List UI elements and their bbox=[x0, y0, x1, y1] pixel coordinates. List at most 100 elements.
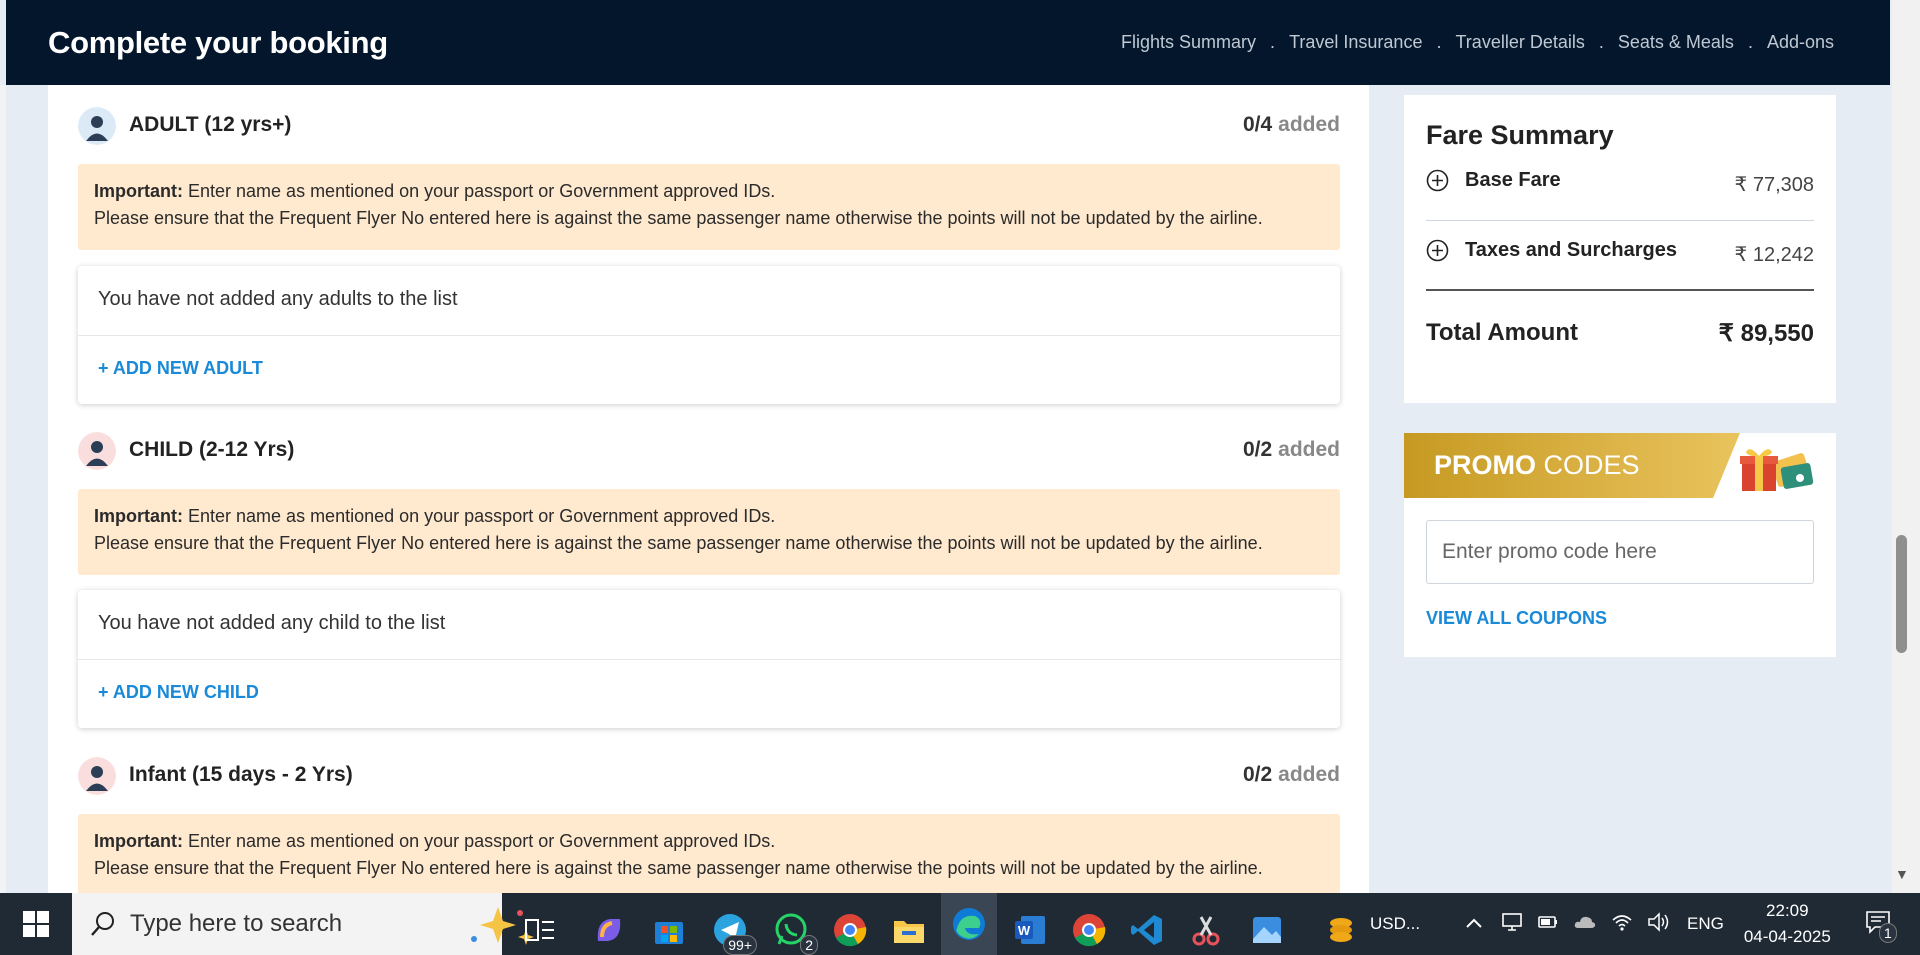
adult-count-value: 0/4 bbox=[1242, 113, 1273, 136]
step-seats-meals[interactable]: Seats & Meals bbox=[1618, 32, 1734, 53]
notification-count-badge: 1 bbox=[1879, 922, 1897, 943]
copilot-app-icon[interactable] bbox=[590, 911, 628, 949]
vscode-icon[interactable] bbox=[1128, 911, 1166, 949]
expand-plus-icon[interactable] bbox=[1426, 169, 1449, 192]
infant-added-count: 0/2 added bbox=[1243, 763, 1340, 787]
step-add-ons[interactable]: Add-ons bbox=[1767, 32, 1834, 53]
child-section: CHILD (2-12 Yrs) 0/2 added Important: Ent… bbox=[78, 430, 1340, 728]
infant-important-notice: Important: Enter name as mentioned on yo… bbox=[78, 814, 1340, 893]
promo-codes-card: PROMO CODES VIEW ALL COUPONS bbox=[1404, 433, 1836, 657]
view-all-coupons-link[interactable]: VIEW ALL COUPONS bbox=[1426, 608, 1607, 629]
infant-section-header: Infant (15 days - 2 Yrs) 0/2 added bbox=[78, 755, 1340, 799]
important-label: Important: bbox=[94, 506, 183, 526]
language-indicator[interactable]: ENG bbox=[1687, 914, 1724, 934]
wifi-icon[interactable] bbox=[1611, 912, 1633, 937]
file-explorer-icon[interactable] bbox=[890, 911, 928, 949]
traveller-details-card: ADULT (12 yrs+) 0/4 added Important: Ente… bbox=[48, 85, 1369, 893]
page-title: Complete your booking bbox=[48, 24, 388, 60]
step-separator: . bbox=[1747, 32, 1753, 52]
add-new-adult-button[interactable]: + ADD NEW ADULT bbox=[78, 336, 1340, 401]
telegram-badge: 99+ bbox=[723, 935, 757, 955]
edge-browser-icon[interactable] bbox=[941, 893, 997, 955]
important-label: Important: bbox=[94, 831, 183, 851]
total-amount-label: Total Amount bbox=[1426, 319, 1578, 346]
adult-empty-message: You have not added any adults to the lis… bbox=[78, 266, 1340, 336]
chrome-icon[interactable] bbox=[831, 911, 869, 949]
step-flights-summary[interactable]: Flights Summary bbox=[1121, 32, 1256, 53]
word-icon[interactable]: W bbox=[1011, 911, 1049, 949]
show-hidden-icons-chevron-icon[interactable] bbox=[1465, 914, 1483, 934]
notification-center-icon[interactable]: 1 bbox=[1865, 910, 1897, 943]
frequent-flyer-note: Please ensure that the Frequent Flyer No… bbox=[94, 858, 1263, 878]
stock-ticker-label[interactable]: USD... bbox=[1370, 893, 1420, 955]
taskbar-search-box[interactable]: Type here to search bbox=[72, 893, 534, 955]
taxes-amount: ₹ 12,242 bbox=[1734, 244, 1814, 266]
important-text: Enter name as mentioned on your passport… bbox=[183, 506, 776, 526]
step-travel-insurance[interactable]: Travel Insurance bbox=[1289, 32, 1422, 53]
base-fare-row[interactable]: Base Fare ₹ 77,308 bbox=[1426, 151, 1814, 221]
snipping-tool-icon[interactable] bbox=[1187, 911, 1225, 949]
child-section-header: CHILD (2-12 Yrs) 0/2 added bbox=[78, 430, 1340, 474]
child-empty-message: You have not added any child to the list bbox=[78, 590, 1340, 660]
adult-list-box: You have not added any adults to the lis… bbox=[78, 266, 1340, 404]
microsoft-store-icon[interactable] bbox=[650, 911, 688, 949]
add-new-child-button[interactable]: + ADD NEW CHILD bbox=[78, 660, 1340, 725]
whatsapp-icon[interactable]: 2 bbox=[772, 911, 818, 955]
step-traveller-details[interactable]: Traveller Details bbox=[1455, 32, 1584, 53]
display-icon[interactable] bbox=[1501, 912, 1523, 937]
clock-date: 04-04-2025 bbox=[1743, 927, 1831, 946]
promo-title-rest: CODES bbox=[1536, 450, 1640, 480]
frequent-flyer-note: Please ensure that the Frequent Flyer No… bbox=[94, 533, 1263, 553]
important-text: Enter name as mentioned on your passport… bbox=[183, 831, 776, 851]
page-scrollbar[interactable] bbox=[1892, 0, 1920, 893]
important-label: Important: bbox=[94, 181, 183, 201]
promo-title-bold: PROMO bbox=[1434, 450, 1537, 480]
adult-avatar-icon bbox=[78, 107, 116, 145]
chrome-profile-icon[interactable] bbox=[1070, 911, 1108, 949]
taxes-row[interactable]: Taxes and Surcharges ₹ 12,242 bbox=[1426, 221, 1814, 291]
fare-summary-title: Fare Summary bbox=[1426, 120, 1614, 150]
frequent-flyer-note: Please ensure that the Frequent Flyer No… bbox=[94, 208, 1263, 228]
battery-icon[interactable] bbox=[1537, 912, 1559, 937]
clock-time: 22:09 bbox=[1766, 901, 1809, 920]
child-section-title: CHILD (2-12 Yrs) bbox=[129, 438, 295, 461]
telegram-icon[interactable]: 99+ bbox=[711, 911, 757, 955]
base-fare-label: Base Fare bbox=[1465, 169, 1561, 191]
stock-ticker-icon[interactable] bbox=[1322, 911, 1360, 949]
child-list-box: You have not added any child to the list… bbox=[78, 590, 1340, 728]
taskbar-search-placeholder: Type here to search bbox=[130, 910, 343, 937]
fare-summary-card: Fare Summary Base Fare ₹ 77,308 Taxes an… bbox=[1404, 95, 1836, 403]
onedrive-cloud-icon[interactable] bbox=[1573, 913, 1597, 936]
volume-icon[interactable] bbox=[1647, 911, 1671, 937]
base-fare-amount: ₹ 77,308 bbox=[1734, 174, 1814, 196]
promo-codes-banner: PROMO CODES bbox=[1404, 433, 1740, 498]
child-added-count: 0/2 added bbox=[1243, 438, 1340, 462]
scroll-down-arrow-icon[interactable]: ▼ bbox=[1895, 866, 1909, 882]
expand-plus-icon[interactable] bbox=[1426, 239, 1449, 262]
infant-count-value: 0/2 bbox=[1242, 763, 1273, 786]
system-tray: ENG 22:09 04-04-2025 1 bbox=[1465, 893, 1897, 955]
adult-section: ADULT (12 yrs+) 0/4 added Important: Ente… bbox=[78, 105, 1340, 404]
step-separator: . bbox=[1598, 32, 1604, 52]
infant-section: Infant (15 days - 2 Yrs) 0/2 added Import… bbox=[78, 755, 1340, 893]
photos-app-icon[interactable] bbox=[1248, 911, 1286, 949]
scrollbar-thumb[interactable] bbox=[1896, 535, 1907, 653]
booking-header: Complete your booking Flights Summary . … bbox=[6, 0, 1890, 85]
adult-count-label: added bbox=[1278, 113, 1340, 136]
child-avatar-icon bbox=[78, 432, 116, 470]
important-text: Enter name as mentioned on your passport… bbox=[183, 181, 776, 201]
adult-important-notice: Important: Enter name as mentioned on yo… bbox=[78, 164, 1340, 250]
taxes-label: Taxes and Surcharges bbox=[1465, 239, 1677, 261]
infant-avatar-icon bbox=[78, 757, 116, 795]
adult-section-header: ADULT (12 yrs+) 0/4 added bbox=[78, 105, 1340, 149]
clock[interactable]: 22:09 04-04-2025 bbox=[1744, 898, 1831, 950]
promo-code-input[interactable] bbox=[1426, 520, 1814, 584]
child-count-label: added bbox=[1278, 438, 1340, 461]
promo-codes-title: PROMO CODES bbox=[1434, 450, 1640, 481]
svg-text:W: W bbox=[1018, 923, 1031, 938]
windows-start-button[interactable] bbox=[0, 893, 72, 955]
whatsapp-badge: 2 bbox=[800, 935, 818, 955]
adult-added-count: 0/4 added bbox=[1243, 113, 1340, 137]
total-amount-row: Total Amount ₹ 89,550 bbox=[1426, 291, 1814, 375]
task-view-icon[interactable] bbox=[521, 911, 559, 949]
